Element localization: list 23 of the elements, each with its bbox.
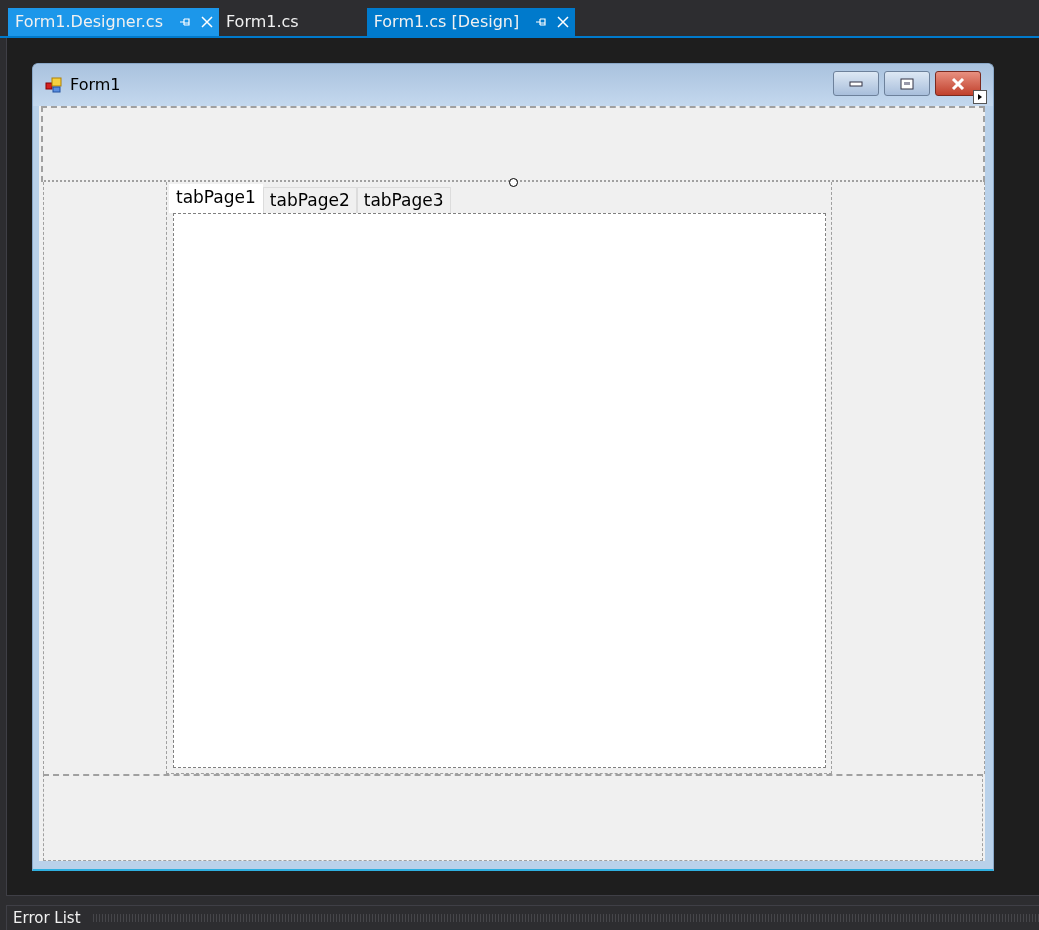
tab[interactable]: tabPage1 — [169, 183, 263, 213]
close-icon — [950, 77, 966, 90]
tab-label: Form1.Designer.cs — [15, 12, 163, 32]
tab[interactable]: tabPage2 — [262, 186, 357, 213]
maximize-button[interactable] — [884, 71, 930, 97]
pin-icon[interactable] — [179, 16, 191, 27]
tab-label: Form1.cs [Design] — [373, 12, 520, 32]
document-tab[interactable]: Form1.cs — [219, 7, 305, 36]
maximize-icon — [900, 77, 914, 90]
resize-handle[interactable] — [509, 177, 518, 187]
tab-control[interactable]: tabPage1 tabPage2 tabPage3 — [166, 181, 832, 774]
minimize-icon — [849, 79, 863, 88]
pin-icon[interactable] — [535, 16, 548, 27]
tab[interactable]: tabPage3 — [356, 186, 451, 213]
minimize-button[interactable] — [833, 71, 879, 97]
close-button[interactable] — [935, 71, 981, 97]
form-icon — [45, 75, 63, 94]
form-title: Form1 — [70, 75, 121, 95]
tab-label: Form1.cs — [226, 12, 299, 32]
close-icon[interactable] — [557, 15, 570, 28]
document-tab[interactable]: Form1.cs [Design] — [366, 7, 576, 36]
panel-title: Error List — [13, 908, 81, 929]
close-icon[interactable] — [201, 15, 213, 28]
